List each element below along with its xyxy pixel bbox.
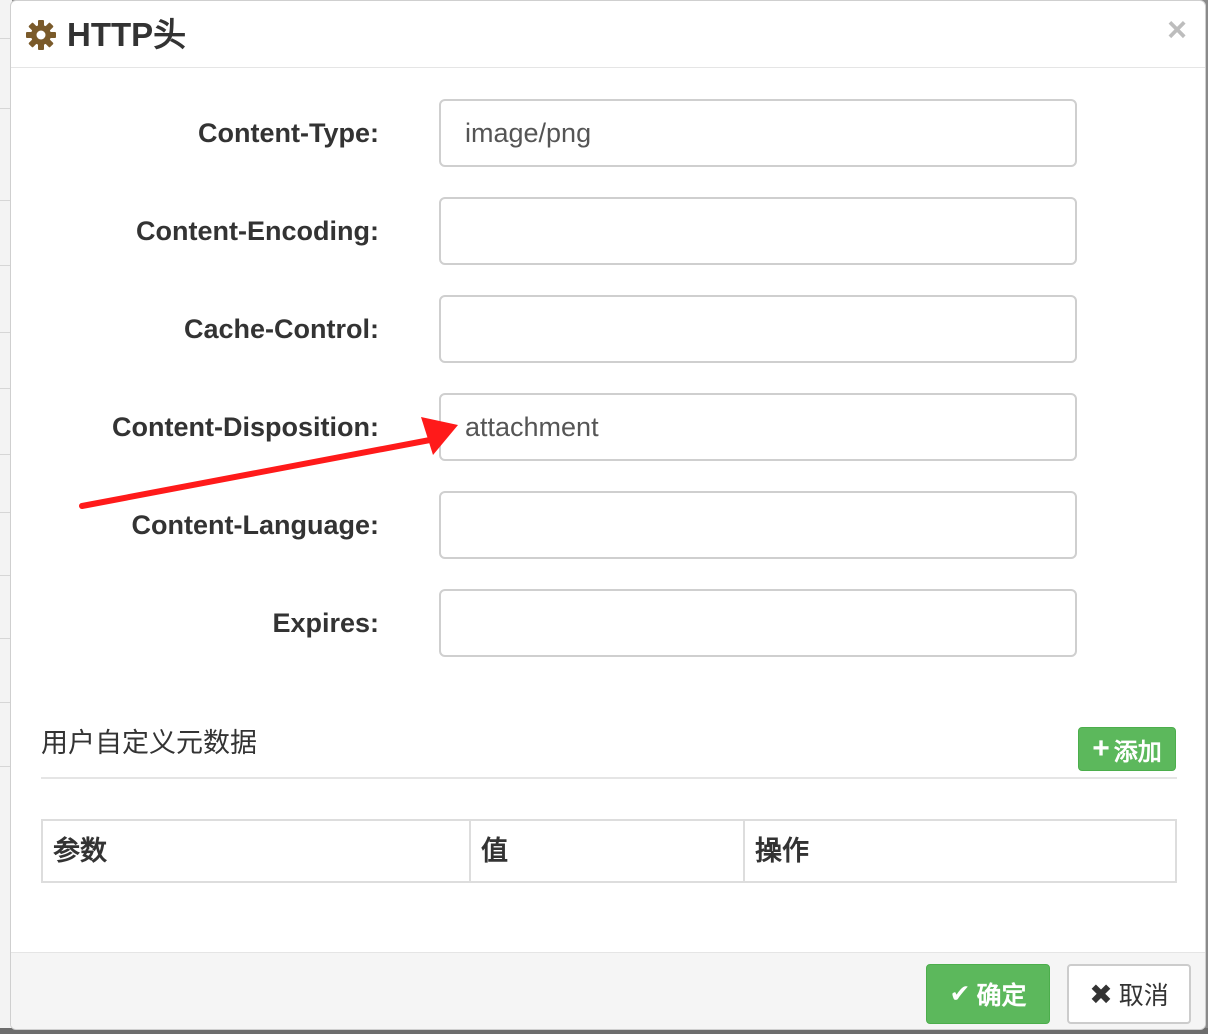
section-divider (41, 777, 1177, 779)
custom-metadata-title: 用户自定义元数据 (41, 728, 257, 758)
content-disposition-label: Content-Disposition: (112, 412, 379, 442)
cancel-label: 取消 (1118, 982, 1169, 1010)
times-icon: ✖ (1089, 978, 1113, 1010)
cache-control-label: Cache-Control: (184, 314, 379, 344)
confirm-label: 确定 (976, 982, 1027, 1010)
column-header-action: 操作 (755, 836, 809, 866)
http-headers-dialog: HTTP头 × Content-Type: Content-Encoding: … (10, 0, 1206, 1030)
field-row-expires: Expires: (11, 589, 1205, 657)
field-row-content-language: Content-Language: (11, 491, 1205, 559)
confirm-button[interactable]: ✔ 确定 (926, 964, 1050, 1024)
content-encoding-label: Content-Encoding: (136, 216, 379, 246)
dialog-footer: ✔ 确定 ✖ 取消 (11, 952, 1205, 1029)
field-row-content-disposition: Content-Disposition: (11, 393, 1205, 461)
cancel-button[interactable]: ✖ 取消 (1067, 964, 1191, 1024)
content-encoding-input[interactable] (439, 197, 1077, 265)
expires-input[interactable] (439, 589, 1077, 657)
dialog-header: HTTP头 × (11, 1, 1205, 68)
check-icon: ✔ (949, 980, 971, 1008)
metadata-table: 参数 值 操作 (41, 819, 1177, 883)
cache-control-input[interactable] (439, 295, 1077, 363)
expires-label: Expires: (272, 608, 379, 638)
content-language-input[interactable] (439, 491, 1077, 559)
field-row-cache-control: Cache-Control: (11, 295, 1205, 363)
close-icon[interactable]: × (1167, 13, 1187, 47)
add-metadata-button[interactable]: + 添加 (1078, 727, 1176, 771)
column-header-value: 值 (471, 821, 745, 881)
field-row-content-encoding: Content-Encoding: (11, 197, 1205, 265)
gear-icon (26, 20, 56, 50)
field-row-content-type: Content-Type: (11, 99, 1205, 167)
content-disposition-input[interactable] (439, 393, 1077, 461)
content-language-label: Content-Language: (131, 510, 379, 540)
column-header-param: 参数 (43, 821, 471, 881)
content-type-label: Content-Type: (198, 118, 379, 148)
add-label: 添加 (1113, 738, 1162, 766)
content-type-input[interactable] (439, 99, 1077, 167)
dialog-title: HTTP头 (67, 16, 187, 53)
plus-icon: + (1092, 732, 1110, 765)
